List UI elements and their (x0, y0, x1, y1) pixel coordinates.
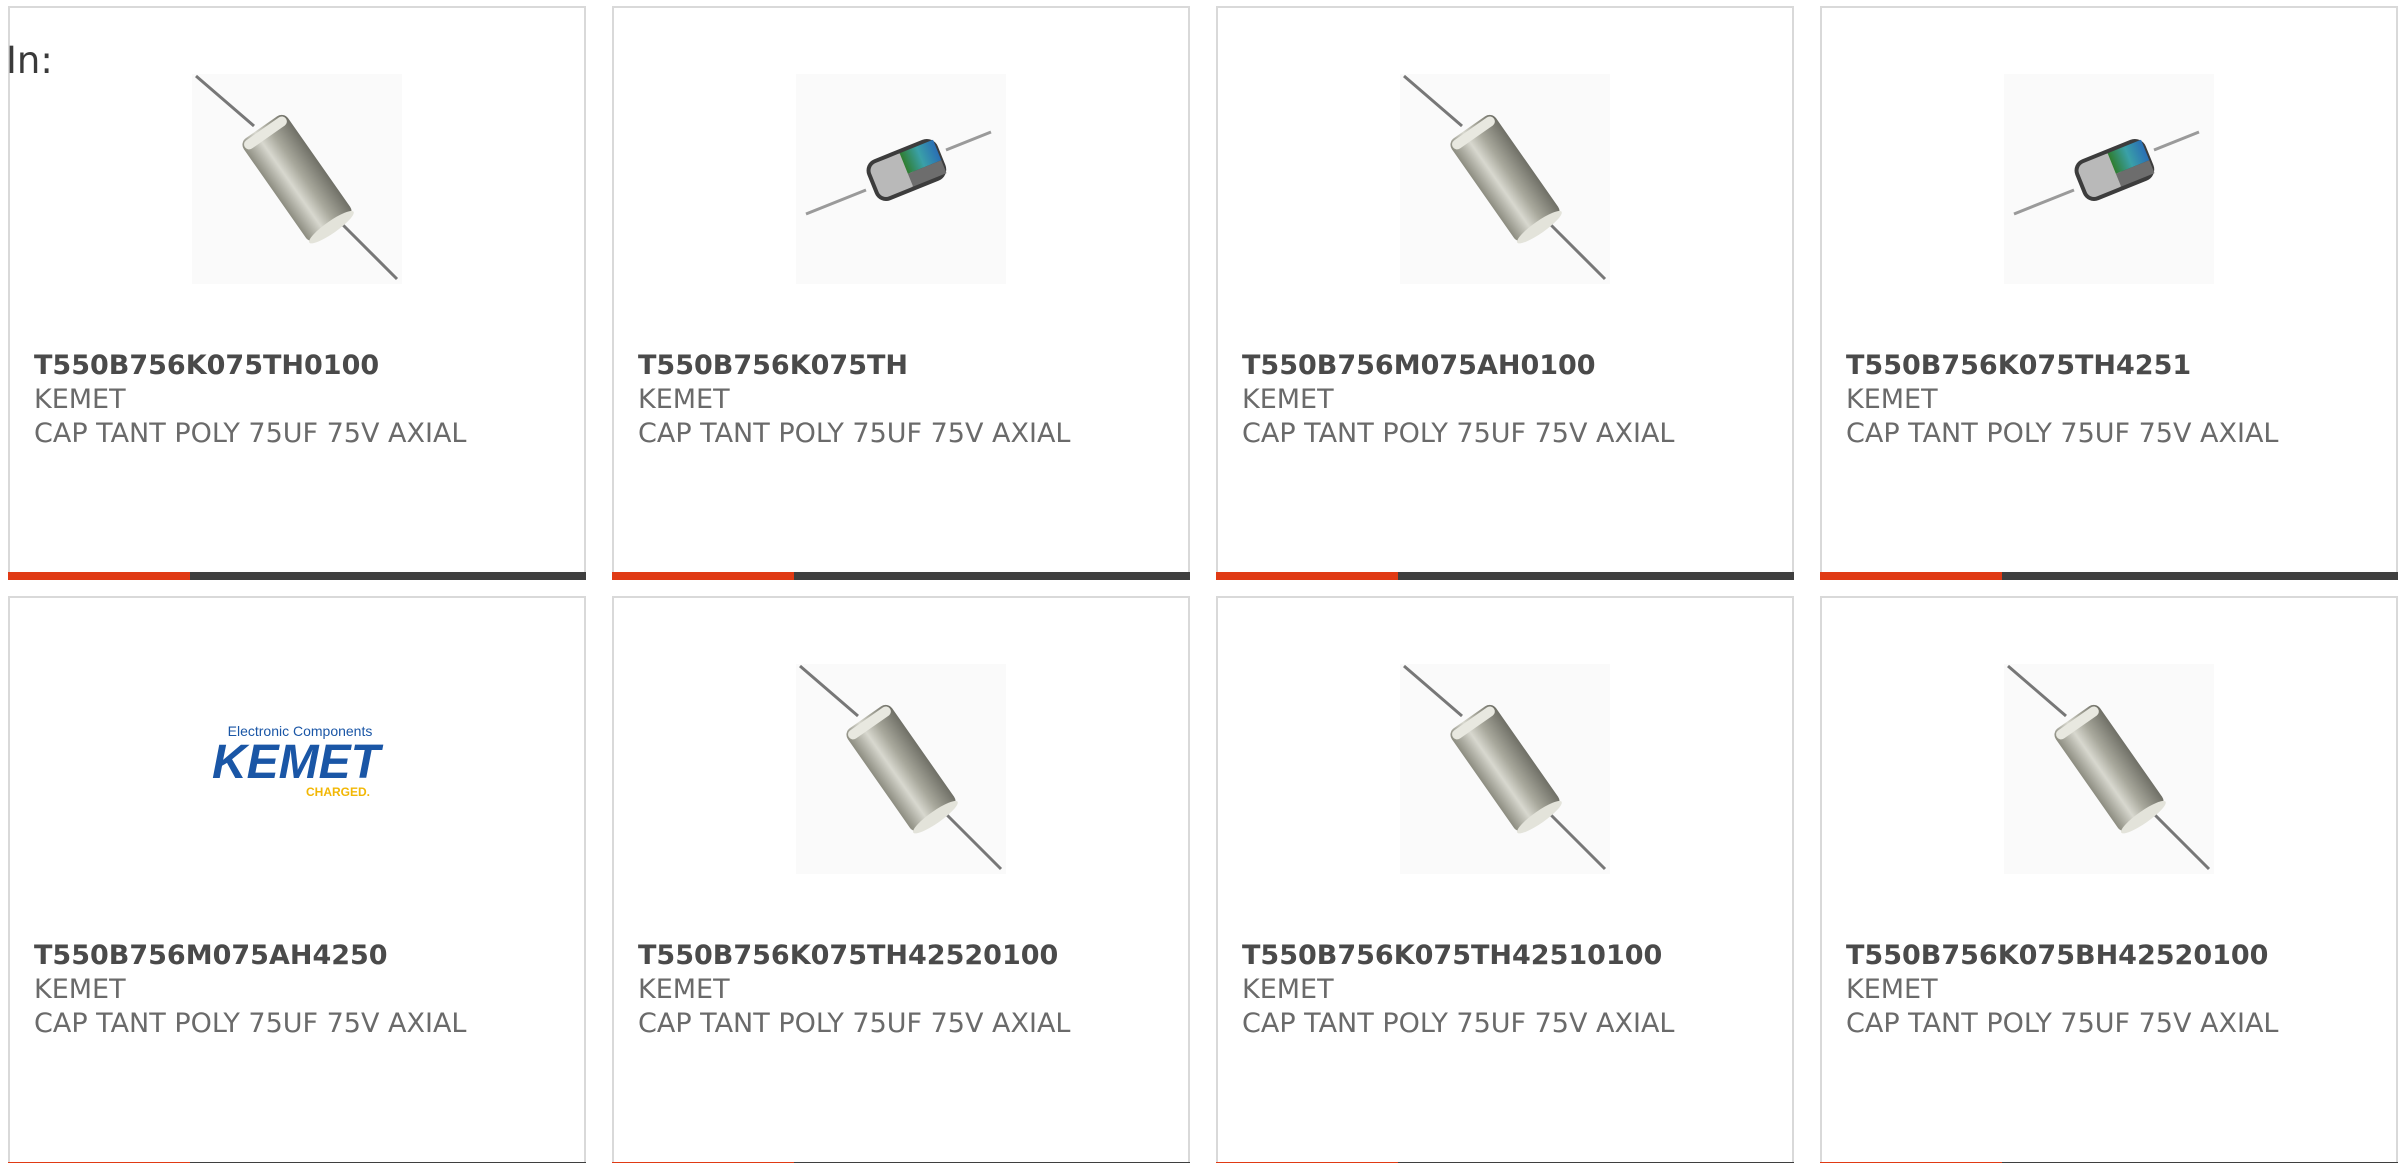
product-card[interactable]: Electronic Components KEMET CHARGED. T55… (8, 596, 586, 1163)
product-grid: T550B756K075TH0100 KEMET CAP TANT POLY 7… (8, 6, 2398, 1163)
axial-capacitor-icon (796, 664, 1006, 874)
axial-capacitor-icon (2004, 664, 2214, 874)
product-card[interactable]: T550B756K075TH0100 KEMET CAP TANT POLY 7… (8, 6, 586, 580)
product-card[interactable]: T550B756K075TH42520100 KEMET CAP TANT PO… (612, 596, 1190, 1163)
product-card[interactable]: T550B756K075TH4251 KEMET CAP TANT POLY 7… (1820, 6, 2398, 580)
description: CAP TANT POLY 75UF 75V AXIAL (638, 418, 1071, 449)
manufacturer: KEMET (638, 384, 730, 415)
description: CAP TANT POLY 75UF 75V AXIAL (1242, 1008, 1675, 1039)
description: CAP TANT POLY 75UF 75V AXIAL (1242, 418, 1675, 449)
part-number[interactable]: T550B756M075AH0100 (1242, 349, 1772, 383)
kemet-logo: Electronic Components KEMET CHARGED. (192, 664, 402, 874)
product-card[interactable]: T550B756K075TH42510100 KEMET CAP TANT PO… (1216, 596, 1794, 1163)
manufacturer: KEMET (1846, 974, 1938, 1005)
manufacturer: KEMET (34, 384, 126, 415)
card-bar-accent (8, 572, 190, 580)
card-bottom-bar (8, 572, 586, 580)
description: CAP TANT POLY 75UF 75V AXIAL (34, 1008, 467, 1039)
manufacturer: KEMET (1242, 974, 1334, 1005)
description: CAP TANT POLY 75UF 75V AXIAL (34, 418, 467, 449)
manufacturer: KEMET (34, 974, 126, 1005)
card-bar-accent (1820, 572, 2002, 580)
svg-text:CHARGED.: CHARGED. (306, 785, 370, 799)
part-number[interactable]: T550B756K075TH4251 (1846, 349, 2376, 383)
axial-capacitor-icon (1400, 664, 1610, 874)
cutaway-capacitor-icon (796, 74, 1006, 284)
manufacturer: KEMET (1242, 384, 1334, 415)
description: CAP TANT POLY 75UF 75V AXIAL (638, 1008, 1071, 1039)
part-number[interactable]: T550B756K075TH (638, 349, 1168, 383)
product-card[interactable]: T550B756K075BH42520100 KEMET CAP TANT PO… (1820, 596, 2398, 1163)
product-results-page: In: T550B756K075TH0100 KEMET CAP TANT PO… (0, 0, 2400, 1163)
cutaway-capacitor-icon (2004, 74, 2214, 284)
axial-capacitor-icon (192, 74, 402, 284)
card-bottom-bar (1820, 572, 2398, 580)
product-card[interactable]: T550B756K075TH KEMET CAP TANT POLY 75UF … (612, 6, 1190, 580)
description: CAP TANT POLY 75UF 75V AXIAL (1846, 1008, 2279, 1039)
in-label: In: (6, 39, 53, 82)
part-number[interactable]: T550B756K075TH0100 (34, 349, 564, 383)
part-number[interactable]: T550B756K075BH42520100 (1846, 939, 2376, 973)
card-bar-accent (612, 572, 794, 580)
manufacturer: KEMET (638, 974, 730, 1005)
card-bar-accent (1216, 572, 1398, 580)
part-number[interactable]: T550B756M075AH4250 (34, 939, 564, 973)
product-card[interactable]: T550B756M075AH0100 KEMET CAP TANT POLY 7… (1216, 6, 1794, 580)
part-number[interactable]: T550B756K075TH42510100 (1242, 939, 1772, 973)
svg-text:KEMET: KEMET (212, 736, 384, 789)
card-bottom-bar (612, 572, 1190, 580)
axial-capacitor-icon (1400, 74, 1610, 284)
card-bottom-bar (1216, 572, 1794, 580)
part-number[interactable]: T550B756K075TH42520100 (638, 939, 1168, 973)
description: CAP TANT POLY 75UF 75V AXIAL (1846, 418, 2279, 449)
manufacturer: KEMET (1846, 384, 1938, 415)
